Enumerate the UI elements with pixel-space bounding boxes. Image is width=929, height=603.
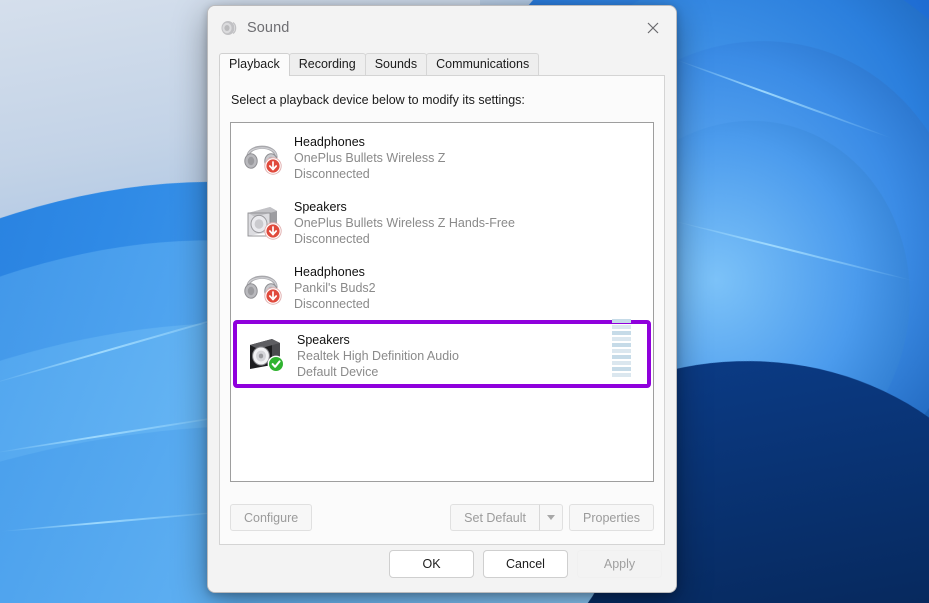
ok-button[interactable]: OK <box>389 550 474 578</box>
set-default-dropdown-button[interactable] <box>539 504 563 531</box>
cancel-button[interactable]: Cancel <box>483 550 568 578</box>
playback-tab-panel: Select a playback device below to modify… <box>219 75 665 545</box>
headphones-icon <box>240 261 284 305</box>
instruction-text: Select a playback device below to modify… <box>220 76 664 107</box>
meter-segment <box>612 325 631 329</box>
screen: Sound Playback Recording Sounds Communic… <box>0 0 929 603</box>
tab-strip: Playback Recording Sounds Communications <box>219 53 665 75</box>
tab-recording[interactable]: Recording <box>289 53 366 75</box>
speaker-icon <box>220 19 238 37</box>
device-text: Speakers OnePlus Bullets Wireless Z Hand… <box>294 196 515 247</box>
device-name: Headphones <box>294 134 445 150</box>
tab-playback[interactable]: Playback <box>219 53 290 76</box>
device-list-item[interactable]: Headphones OnePlus Bullets Wireless Z Di… <box>231 123 653 188</box>
meter-segment <box>612 349 631 353</box>
apply-button: Apply <box>577 550 662 578</box>
volume-level-meter <box>612 319 631 377</box>
device-list-item[interactable]: Speakers OnePlus Bullets Wireless Z Hand… <box>231 188 653 253</box>
device-description: OnePlus Bullets Wireless Z <box>294 150 445 166</box>
device-status: Disconnected <box>294 296 376 312</box>
device-name: Speakers <box>297 332 459 348</box>
device-name: Headphones <box>294 264 376 280</box>
device-status: Default Device <box>297 364 459 380</box>
set-default-button[interactable]: Set Default <box>450 504 539 531</box>
speaker-box-dark-icon <box>243 329 287 373</box>
device-status: Disconnected <box>294 166 445 182</box>
headphones-icon <box>240 131 284 175</box>
meter-segment <box>612 343 631 347</box>
device-list-item-selected[interactable]: Speakers Realtek High Definition Audio D… <box>233 320 651 388</box>
title-bar: Sound <box>208 6 676 49</box>
meter-segment <box>612 355 631 359</box>
meter-segment <box>612 319 631 323</box>
speaker-box-icon <box>240 196 284 240</box>
device-text: Headphones Pankil's Buds2 Disconnected <box>294 261 376 312</box>
set-default-split-button[interactable]: Set Default <box>450 504 563 531</box>
meter-segment <box>612 337 631 341</box>
close-button[interactable] <box>630 6 676 49</box>
tab-communications[interactable]: Communications <box>426 53 539 75</box>
device-description: Realtek High Definition Audio <box>297 348 459 364</box>
properties-button[interactable]: Properties <box>569 504 654 531</box>
device-text: Speakers Realtek High Definition Audio D… <box>297 329 459 380</box>
device-description: OnePlus Bullets Wireless Z Hands-Free <box>294 215 515 231</box>
meter-segment <box>612 373 631 377</box>
device-list-item[interactable]: Headphones Pankil's Buds2 Disconnected <box>231 253 653 318</box>
meter-segment <box>612 331 631 335</box>
meter-segment <box>612 367 631 371</box>
device-action-buttons: Configure Set Default Properties <box>230 503 654 532</box>
window-title: Sound <box>247 20 289 36</box>
configure-button[interactable]: Configure <box>230 504 312 531</box>
playback-device-list[interactable]: Headphones OnePlus Bullets Wireless Z Di… <box>230 122 654 482</box>
device-description: Pankil's Buds2 <box>294 280 376 296</box>
device-text: Headphones OnePlus Bullets Wireless Z Di… <box>294 131 445 182</box>
device-status: Disconnected <box>294 231 515 247</box>
meter-segment <box>612 361 631 365</box>
tab-sounds[interactable]: Sounds <box>365 53 427 75</box>
device-name: Speakers <box>294 199 515 215</box>
sound-dialog-window: Sound Playback Recording Sounds Communic… <box>207 5 677 593</box>
chevron-down-icon <box>547 515 555 520</box>
